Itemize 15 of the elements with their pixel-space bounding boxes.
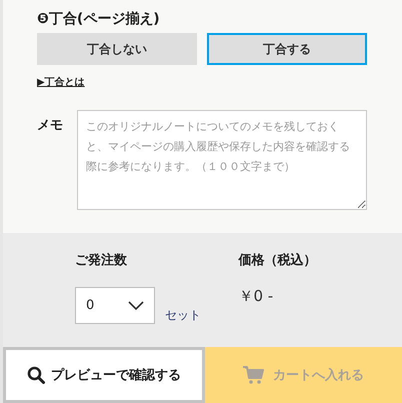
memo-field[interactable]: このオリジナルノートについてのメモを残しておくと、マイページの購入履歴や保存した内容を確認する際に参考になります。（１００文字まで） <box>77 110 367 210</box>
binding-option[interactable]: 丁合する <box>207 33 367 65</box>
unit-text: セット <box>165 307 201 324</box>
quantity-label: ご発注数 <box>75 252 128 270</box>
quantity-select[interactable]: 0 <box>75 287 155 324</box>
binding-info-link[interactable]: ▶丁合とは <box>37 75 85 89</box>
binding-option[interactable]: 丁合しない <box>37 33 197 65</box>
section-title: ❺丁合(ページ揃え) <box>37 10 161 29</box>
chevron-down-icon <box>128 300 144 310</box>
price-value: ￥0 - <box>238 287 274 307</box>
search-icon <box>27 366 45 384</box>
cart-icon <box>243 366 265 384</box>
memo-label: メモ <box>37 117 64 135</box>
preview-button[interactable]: プレビューで確認する <box>3 347 205 403</box>
price-label: 価格（税込） <box>238 252 318 270</box>
